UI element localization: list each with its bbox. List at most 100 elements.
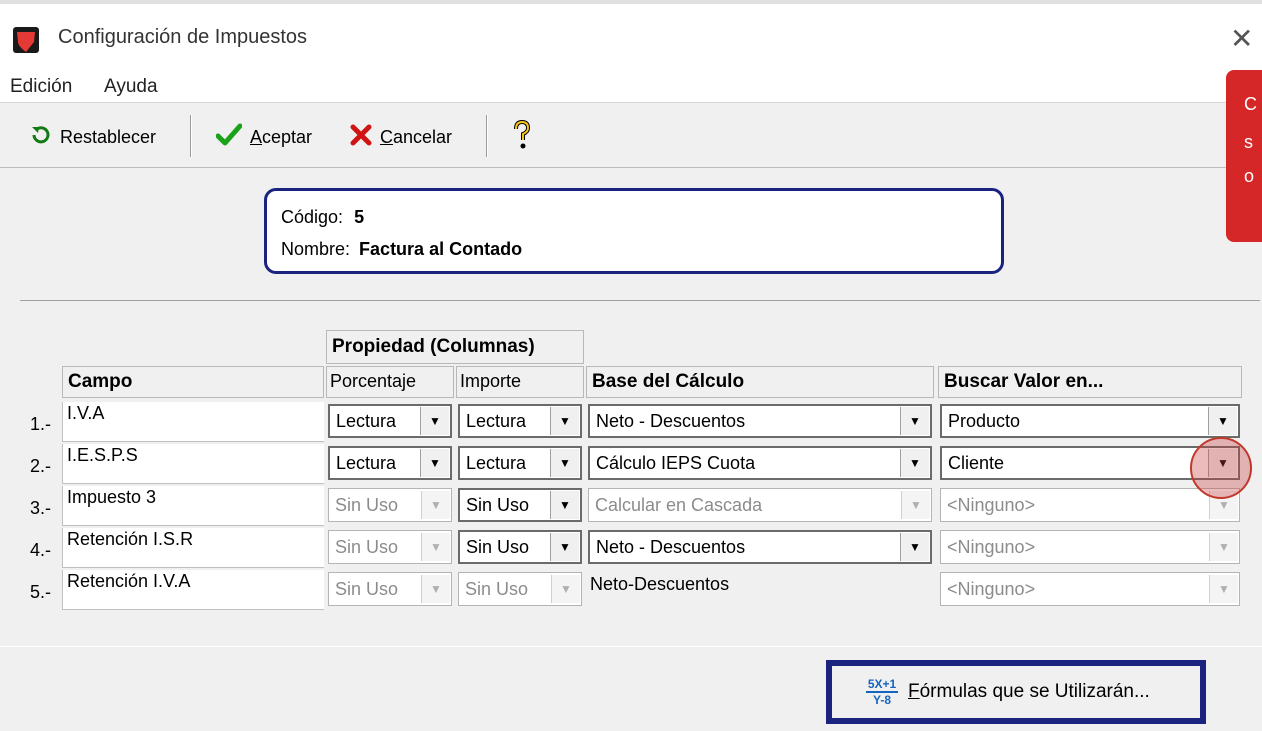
propiedad-header: Propiedad (Columnas) [332,336,535,357]
dropdown-arrow-icon[interactable]: ▼ [420,407,449,435]
dropdown-arrow-icon[interactable]: ▼ [420,449,449,477]
codigo-label: Código: [281,207,344,227]
select-value: Calcular en Cascada [595,494,763,515]
menu-bar: Edición Ayuda [0,72,1262,102]
restablecer-button[interactable]: Restablecer [30,119,156,155]
porcentaje-select: Sin Uso ▼ [328,530,452,564]
cancelar-label: Cancelar [380,126,453,147]
base-calculo-select[interactable]: Neto - Descuentos ▼ [588,404,932,438]
select-value: Sin Uso [465,578,529,599]
tooltip-text: o [1244,166,1255,186]
select-value: Sin Uso [335,536,399,557]
refresh-icon [30,124,52,151]
dropdown-arrow-icon: ▼ [1209,575,1238,603]
select-value: Lectura [466,410,527,431]
select-value: Neto - Descuentos [596,536,746,557]
tooltip-text: C [1244,94,1257,114]
importe-select[interactable]: Lectura ▼ [458,404,582,438]
aceptar-label: Aceptar [250,126,313,147]
restablecer-label: Restablecer [60,126,157,147]
importe-select[interactable]: Sin Uso ▼ [458,488,582,522]
select-value: Cálculo IEPS Cuota [596,452,756,473]
toolbar-separator [190,115,192,157]
toolbar-separator [486,115,488,157]
app-icon [12,26,40,54]
dropdown-arrow-icon[interactable]: ▼ [550,491,579,519]
dropdown-arrow-icon[interactable]: ▼ [550,533,579,561]
base-calculo-select: Calcular en Cascada ▼ [588,488,932,522]
base-calculo-static: Neto-Descuentos [590,574,730,594]
dropdown-arrow-icon: ▼ [1209,533,1238,561]
dropdown-arrow-icon[interactable]: ▼ [900,533,929,561]
buscar-valor-select: <Ninguno> ▼ [940,572,1240,606]
select-value: Sin Uso [466,494,530,515]
base-calculo-select[interactable]: Neto - Descuentos ▼ [588,530,932,564]
window-title: Configuración de Impuestos [58,26,308,48]
dropdown-arrow-icon: ▼ [901,491,930,519]
importe-select: Sin Uso ▼ [458,572,582,606]
select-value: Lectura [336,410,397,431]
buscar-valor-select: <Ninguno> ▼ [940,530,1240,564]
cancelar-button[interactable]: Cancelar [350,119,452,155]
porcentaje-select: Sin Uso ▼ [328,572,452,606]
help-key-icon [512,119,532,155]
select-value: Lectura [466,452,527,473]
campo-cell: Retención I.S.R [62,528,324,568]
campo-cell: Impuesto 3 [62,486,324,526]
porcentaje-select[interactable]: Lectura ▼ [328,446,452,480]
formulas-button-face[interactable]: 5X+1 Y-8 Fórmulas que se Utilizarán... [832,666,1200,718]
col-base-header: Base del Cálculo [592,371,745,392]
select-value: Lectura [336,452,397,473]
menu-edicion[interactable]: Edición [10,76,72,98]
importe-select[interactable]: Sin Uso ▼ [458,530,582,564]
formulas-button[interactable]: 5X+1 Y-8 Fórmulas que se Utilizarán... [826,660,1206,724]
col-importe-header: Importe [460,371,522,391]
base-calculo-select[interactable]: Cálculo IEPS Cuota ▼ [588,446,932,480]
row-number: 3.- [30,498,52,518]
select-value: Neto - Descuentos [596,410,746,431]
codigo-line: Código: 5 [281,207,364,228]
row-number: 2.- [30,456,52,476]
row-number: 1.- [30,414,52,434]
dropdown-arrow-icon: ▼ [551,575,580,603]
buscar-valor-select: <Ninguno> ▼ [940,488,1240,522]
campo-cell: I.V.A [62,402,324,442]
codigo-value: 5 [354,207,365,227]
col-porcentaje-header: Porcentaje [330,371,417,391]
dropdown-arrow-icon[interactable]: ▼ [550,449,579,477]
dropdown-arrow-icon: ▼ [421,491,450,519]
col-campo-header: Campo [68,371,133,392]
select-value: Sin Uso [466,536,530,557]
dropdown-arrow-icon: ▼ [421,575,450,603]
close-icon[interactable]: ✕ [1230,22,1253,55]
campo-cell: Retención I.V.A [62,570,324,610]
cancel-x-icon [350,124,372,151]
porcentaje-select: Sin Uso ▼ [328,488,452,522]
select-value: <Ninguno> [947,494,1036,515]
buscar-valor-select[interactable]: Producto ▼ [940,404,1240,438]
row-number: 4.- [30,540,52,560]
row-number: 5.- [30,582,52,602]
select-value: Cliente [948,452,1005,473]
help-button[interactable] [512,119,532,155]
dropdown-arrow-icon[interactable]: ▼ [1208,407,1237,435]
importe-select[interactable]: Lectura ▼ [458,446,582,480]
formula-icon-bottom: Y-8 [872,693,891,707]
dropdown-arrow-icon[interactable]: ▼ [900,449,929,477]
dropdown-arrow-icon: ▼ [421,533,450,561]
select-value: Producto [948,410,1021,431]
select-value: <Ninguno> [947,578,1036,599]
bottom-separator [0,646,1262,647]
select-value: Sin Uso [335,494,399,515]
top-edge [0,0,1262,4]
aceptar-button[interactable]: Aceptar [215,119,313,155]
nombre-label: Nombre: [281,239,351,259]
dropdown-arrow-icon[interactable]: ▼ [550,407,579,435]
formulas-label: Fórmulas que se Utilizarán... [908,681,1150,702]
select-value: Sin Uso [335,578,399,599]
formula-icon-top: 5X+1 [867,677,897,691]
select-value: <Ninguno> [947,536,1036,557]
menu-ayuda[interactable]: Ayuda [104,76,158,98]
porcentaje-select[interactable]: Lectura ▼ [328,404,452,438]
dropdown-arrow-icon[interactable]: ▼ [900,407,929,435]
